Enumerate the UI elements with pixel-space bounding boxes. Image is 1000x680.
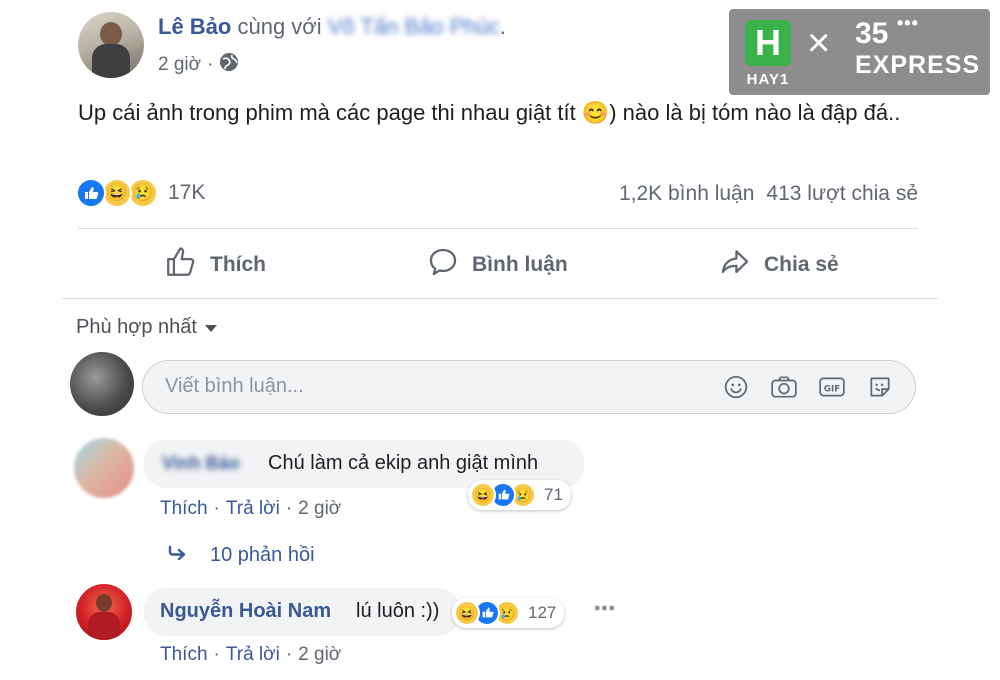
emoji-icon[interactable] [721, 372, 751, 402]
watermark-logo: H HAY1 × 35 ••• EXPRESS [729, 9, 990, 95]
haha-reaction-icon[interactable]: 😆 [102, 178, 132, 208]
comment-reaction-count: 71 [544, 485, 563, 504]
comment-like-link[interactable]: Thích [160, 644, 208, 666]
comment-input-placeholder[interactable]: Viết bình luận... [165, 375, 304, 398]
brand-express-text: EXPRESS [855, 51, 981, 79]
sad-reaction-icon[interactable]: 😢 [128, 178, 158, 208]
reaction-count[interactable]: 17K [168, 181, 205, 205]
share-button[interactable]: Chia sẻ [718, 244, 839, 286]
comment-reaction-count: 127 [528, 603, 557, 622]
post-body-text: Up cái ảnh trong phim mà các page thi nh… [78, 100, 901, 125]
post-timestamp[interactable]: 2 giờ [158, 54, 201, 76]
haha-reaction-icon: 😆 [470, 482, 496, 508]
hay1-logo-square: H [745, 20, 791, 66]
globe-icon [219, 52, 239, 78]
hay1-text: HAY1 [746, 71, 790, 88]
comment-bubble: Nguyễn Hoài Nam lú luôn :)) [144, 588, 460, 636]
sort-label: Phù hợp nhất [76, 316, 197, 338]
comment-reply-link[interactable]: Trả lời [226, 498, 280, 520]
comment-text: Chú làm cả ekip anh giật mình [268, 452, 539, 474]
caret-down-icon [205, 316, 217, 339]
like-label: Thích [210, 253, 266, 276]
comment-text: lú luôn :)) [356, 600, 440, 622]
share-arrow-icon [718, 245, 752, 285]
comment-timestamp[interactable]: 2 giờ [298, 498, 341, 520]
replies-count-label: 10 phản hồi [210, 544, 315, 566]
post-author-name[interactable]: Lê Bảo [158, 14, 231, 39]
reply-arrow-icon [168, 544, 188, 567]
divider-top [78, 228, 918, 229]
brand-dots: ••• [897, 13, 919, 33]
commenter-name[interactable]: Nguyễn Hoài Nam [160, 600, 331, 623]
camera-icon[interactable] [769, 372, 799, 402]
brand-35-text: 35 [855, 17, 889, 50]
comment-reply-link[interactable]: Trả lời [226, 644, 280, 666]
haha-reaction-icon: 😆 [454, 600, 480, 626]
comment-sort-dropdown[interactable]: Phù hợp nhất [76, 316, 217, 339]
share-label: Chia sẻ [764, 253, 839, 276]
gif-icon[interactable]: GIF [817, 372, 847, 402]
like-button[interactable]: Thích [164, 244, 266, 286]
comment-reaction-chip[interactable]: 😆 😢 127 [452, 598, 565, 628]
with-text: cùng với [237, 14, 322, 39]
separator-dot: · [207, 54, 214, 75]
view-replies-link[interactable]: 10 phản hồi [168, 544, 315, 567]
commenter-avatar[interactable] [74, 438, 134, 498]
comment-button[interactable]: Bình luận [426, 244, 568, 286]
current-user-avatar[interactable] [70, 352, 134, 416]
comment-like-link[interactable]: Thích [160, 498, 208, 520]
tagged-user-blurred[interactable]: Võ Tấn Bảo Phúc [328, 14, 500, 39]
author-avatar[interactable] [78, 12, 144, 78]
thumbs-up-icon [164, 245, 198, 285]
like-reaction-icon[interactable] [76, 178, 106, 208]
sticker-icon[interactable] [865, 372, 895, 402]
commenter-name-blurred[interactable]: Vinh Bảo [162, 453, 240, 474]
comment-bubble-icon [426, 245, 460, 285]
comment-reaction-chip[interactable]: 😆 😢 71 [468, 480, 571, 510]
shares-count[interactable]: 413 lượt chia sẻ [766, 182, 918, 206]
comment-composer[interactable]: Viết bình luận... GIF [142, 360, 916, 414]
commenter-avatar[interactable] [76, 584, 132, 640]
comment-label: Bình luận [472, 253, 568, 276]
divider-bottom [62, 298, 938, 299]
svg-text:GIF: GIF [824, 384, 840, 394]
comments-count[interactable]: 1,2K bình luận [619, 182, 754, 206]
comment-more-options-icon[interactable]: ••• [594, 598, 616, 619]
comment-timestamp[interactable]: 2 giờ [298, 644, 341, 666]
times-symbol: × [807, 21, 831, 65]
